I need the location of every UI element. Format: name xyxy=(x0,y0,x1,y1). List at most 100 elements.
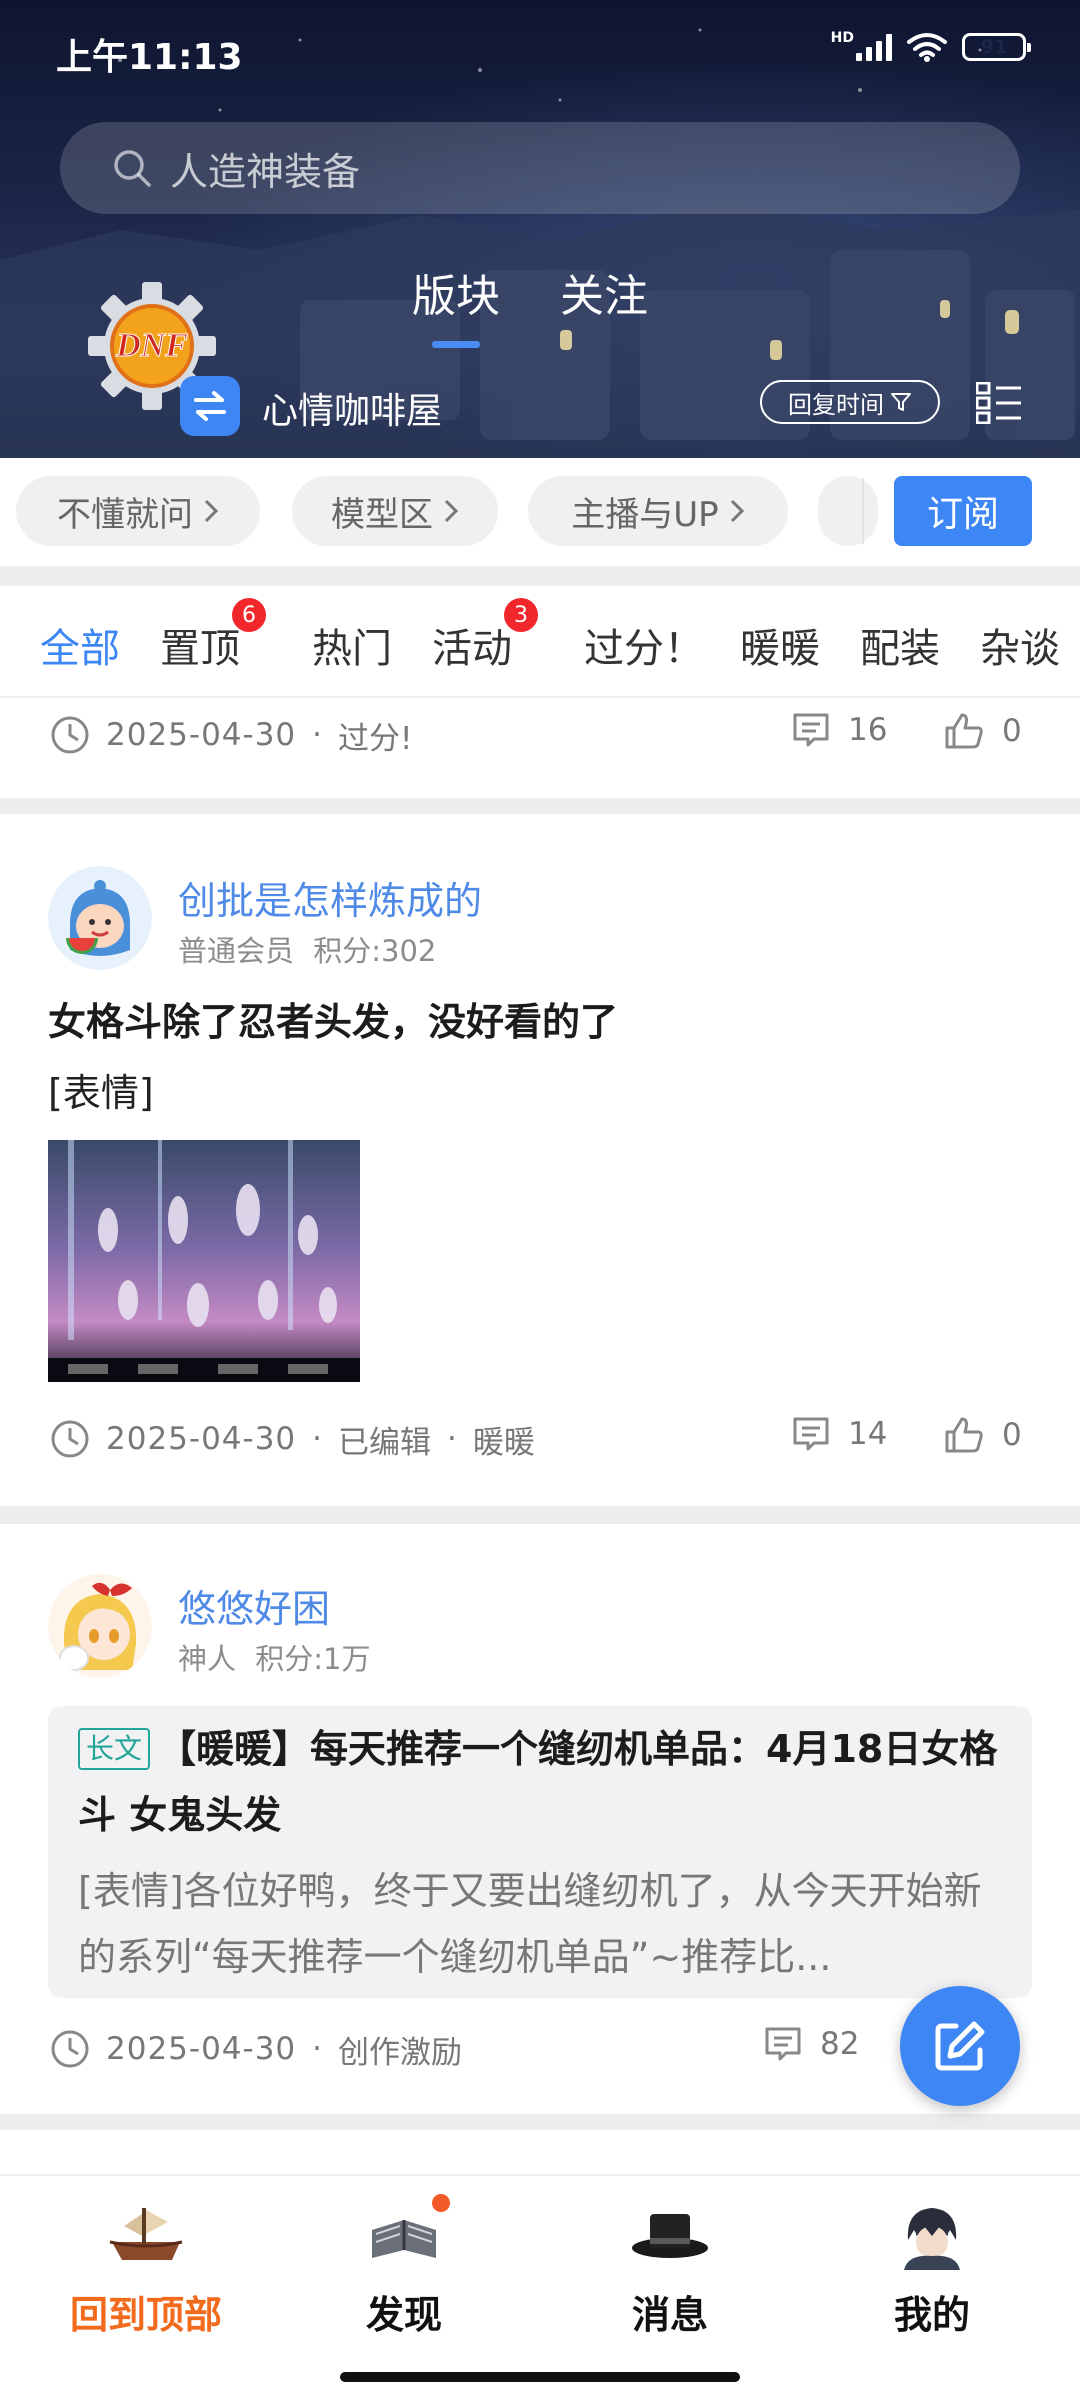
comment-count[interactable]: 14 xyxy=(792,1416,887,1452)
chip-model-area[interactable]: 模型区 xyxy=(292,476,498,546)
article-title-text: 【暖暖】每天推荐一个缝纫机单品：4月18日女格斗 女鬼头发 xyxy=(78,1727,998,1837)
like-count-value: 0 xyxy=(1002,1417,1022,1453)
swap-icon xyxy=(194,391,226,421)
chevron-right-icon xyxy=(204,499,219,523)
post-date: 2025-04-30 xyxy=(106,717,297,753)
author-avatar[interactable] xyxy=(48,866,152,970)
chip-label: 主播与UP xyxy=(571,494,719,535)
post-tag[interactable]: 过分! xyxy=(338,713,412,758)
category-chat[interactable]: 杂谈 xyxy=(980,616,1060,674)
thumbs-up-icon xyxy=(945,1417,983,1453)
nav-back-to-top[interactable]: 回到顶部 xyxy=(46,2200,246,2339)
author-points: 积分:1万 xyxy=(255,1642,371,1676)
chevron-right-icon xyxy=(730,499,744,523)
category-all[interactable]: 全部 xyxy=(40,616,120,674)
category-events[interactable]: 活动 3 xyxy=(432,598,538,674)
clock-icon xyxy=(51,716,89,754)
forum-name: 心情咖啡屋 xyxy=(262,391,443,432)
post-date: 2025-04-30 xyxy=(106,1421,297,1457)
author-avatar[interactable] xyxy=(48,1574,152,1678)
post-date: 2025-04-30 xyxy=(106,2031,297,2067)
chip-label: 不懂就问 xyxy=(57,494,193,535)
home-indicator xyxy=(340,2372,740,2382)
tab-follow[interactable]: 关注 xyxy=(560,260,648,324)
like-count[interactable]: 0 xyxy=(944,1416,1022,1454)
sub-forum-chips: 不懂就问 模型区 主播与UP 订阅 xyxy=(0,458,1080,566)
long-article-preview[interactable]: 长文 【暖暖】每天推荐一个缝纫机单品：4月18日女格斗 女鬼头发 [表情]各位好鸭… xyxy=(48,1706,1032,1998)
logo-lettering: DNF xyxy=(115,327,188,364)
edit-icon xyxy=(935,2021,985,2071)
author-name[interactable]: 创批是怎样炼成的 xyxy=(178,870,482,925)
comment-icon xyxy=(765,2027,801,2061)
hat-icon xyxy=(632,2214,708,2258)
comment-count[interactable]: 16 xyxy=(792,712,887,748)
post-image-thumbnail[interactable] xyxy=(48,1140,360,1382)
nav-label: 我的 xyxy=(893,2293,970,2337)
battery-percent: 91 xyxy=(980,36,1008,58)
discover-notification-dot xyxy=(432,2194,450,2212)
clock-icon xyxy=(51,2030,89,2068)
tab-board[interactable]: 版块 xyxy=(412,260,500,348)
like-count-value: 0 xyxy=(1002,713,1022,749)
post-card[interactable]: 2025-04-30 · 过分! 16 0 xyxy=(0,698,1080,798)
category-hot[interactable]: 热门 xyxy=(312,616,392,674)
chip-partial[interactable] xyxy=(818,476,878,546)
post-card[interactable] xyxy=(0,2130,1080,2174)
profile-avatar-icon xyxy=(904,2208,960,2270)
category-too-much[interactable]: 过分！ xyxy=(584,616,704,674)
comment-icon xyxy=(793,713,829,747)
category-tabs: 全部 置顶 6 热门 活动 3 过分！ 暖暖 配装 杂谈 xyxy=(0,586,1080,698)
post-tag[interactable]: 暖暖 xyxy=(473,1417,535,1462)
author-level: 普通会员 积分:302 xyxy=(178,928,436,970)
meta-separator: · xyxy=(447,1421,457,1457)
comment-count-value: 14 xyxy=(848,1416,888,1452)
switch-forum-button[interactable] xyxy=(180,376,240,436)
forum-header: 上午11:13 HD 91 人造神装备 版块 关注 DNF 心情咖啡屋 回复时间 xyxy=(0,0,1080,458)
list-view-icon[interactable] xyxy=(976,382,1022,424)
article-excerpt: [表情]各位好鸭，终于又要出缝纫机了，从今天开始新的系列“每天推荐一个缝纫机单品… xyxy=(78,1869,982,1979)
comment-count-value: 82 xyxy=(820,2026,860,2062)
thumbs-up-icon xyxy=(945,713,983,749)
sort-by-reply-time-button[interactable]: 回复时间 xyxy=(760,380,940,424)
post-body[interactable]: [表情] xyxy=(48,1062,154,1117)
ship-icon xyxy=(109,2208,183,2260)
post-card[interactable]: 创批是怎样炼成的 普通会员 积分:302 女格斗除了忍者头发，没好看的了 [表情… xyxy=(0,814,1080,1506)
sort-label: 回复时间 xyxy=(788,390,884,419)
chip-divider xyxy=(862,478,864,544)
category-label: 活动 xyxy=(432,626,512,672)
post-tag[interactable]: 创作激励 xyxy=(338,2027,462,2072)
subscribe-button[interactable]: 订阅 xyxy=(894,476,1032,546)
chip-ask-questions[interactable]: 不懂就问 xyxy=(16,476,260,546)
bottom-navigation: 回到顶部 发现 消息 我的 xyxy=(0,2174,1080,2402)
nav-discover[interactable]: 发现 xyxy=(304,2194,504,2339)
status-icons: HD 91 xyxy=(831,30,1031,62)
meta-separator: · xyxy=(312,2031,323,2067)
nav-label: 回到顶部 xyxy=(69,2293,222,2337)
chip-streamers-up[interactable]: 主播与UP xyxy=(528,476,788,546)
compose-post-button[interactable] xyxy=(900,1986,1020,2106)
author-role: 普通会员 xyxy=(178,934,295,968)
author-role: 神人 xyxy=(178,1642,237,1676)
post-edited-label: 已编辑 xyxy=(338,1424,432,1461)
category-pinned[interactable]: 置顶 6 xyxy=(160,598,266,674)
search-bar[interactable]: 人造神装备 xyxy=(60,122,1020,214)
post-meta: 2025-04-30 · 创作激励 xyxy=(50,2024,1030,2074)
meta-separator: · xyxy=(312,717,323,753)
post-title[interactable]: 女格斗除了忍者头发，没好看的了 xyxy=(48,990,1028,1054)
category-badge: 6 xyxy=(232,598,266,632)
signal-icon xyxy=(856,33,892,61)
status-time: 上午11:13 xyxy=(56,37,243,78)
meta-separator: · xyxy=(312,1421,323,1457)
category-nuannuan[interactable]: 暖暖 xyxy=(740,616,820,674)
comment-count[interactable]: 82 xyxy=(764,2026,859,2062)
author-points: 积分:302 xyxy=(313,934,437,968)
nav-profile[interactable]: 我的 xyxy=(832,2200,1032,2339)
battery-icon: 91 xyxy=(962,33,1031,61)
nav-messages[interactable]: 消息 xyxy=(570,2200,770,2339)
author-name[interactable]: 悠悠好困 xyxy=(178,1578,330,1633)
nav-label: 消息 xyxy=(631,2293,708,2337)
category-gear[interactable]: 配装 xyxy=(860,616,940,674)
filter-icon xyxy=(891,393,911,411)
chip-label: 模型区 xyxy=(331,494,433,535)
like-count[interactable]: 0 xyxy=(944,712,1022,750)
